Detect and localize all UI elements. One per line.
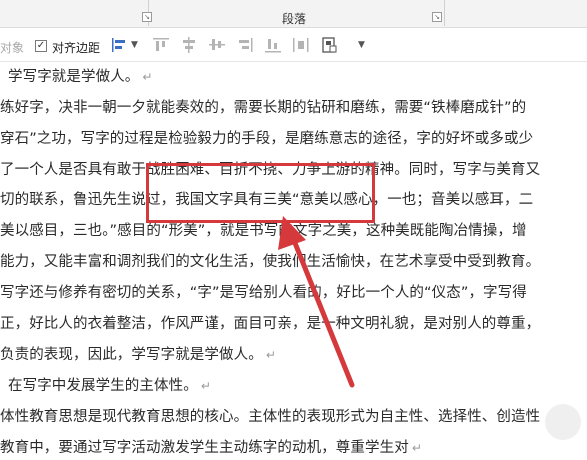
doc-line: 能力，又能丰富和调剂我们的文化生活，使我们生活愉快，在艺术享受中受到教育。 [0,254,541,270]
doc-line: 负责的表现，因此，学写字就是学做人。 ↵ [0,347,276,363]
ribbon-group-strip: ↘ 段落 ↘ [0,0,587,28]
more-dropdown-icon[interactable]: ▼ [358,40,365,50]
doc-line: 教育中，要通过写字活动激发学生主动练字的动机，尊重学生对 ↵ [0,440,422,456]
annotation-highlight-box [146,163,375,223]
distribute-icon[interactable] [292,37,310,53]
document-page[interactable]: 学写字就是学做人。 ↵ 练好字，决非一朝一夕就能奏效的，需要长期的钻研和磨练，需要… [0,63,587,460]
doc-line: 穿石”之功，写字的过程是检验毅力的手段，是磨练意志的途径，字的好坏或多或少 [0,131,534,147]
font-dialog-launcher-icon[interactable]: ↘ [142,12,152,22]
paragraph-mark-icon: ↵ [200,379,211,393]
align-margin-label[interactable]: 对齐边距 [52,39,100,56]
doc-line: 正，好比人的衣着整洁，作风严谨，面目可亲，是一种文明礼貌，是对别人的尊重， [0,316,541,332]
watermark-logo [545,404,581,440]
align-top-icon[interactable] [152,37,170,53]
doc-line: 写字还与修养有密切的关系，“字”是写给别人看的，好比一个人的“仪态”，字写得 [0,285,527,301]
paragraph-mark-icon: ↵ [265,348,276,362]
align-margin-checkbox[interactable]: ✓ [35,40,47,52]
doc-line: 体性教育思想是现代教育思想的核心。主体性的表现形式为自主性、选择性、创造性 [0,409,541,425]
align-center-horizontal-icon[interactable] [208,37,226,53]
object-label: 对象 [0,41,25,55]
page-position-icon[interactable] [320,37,338,53]
paragraph-dialog-launcher-icon[interactable]: ↘ [432,12,442,22]
paragraph-mark-icon: ↵ [411,441,422,455]
align-left-icon[interactable] [110,37,128,53]
paragraph-group-label: 段落 [282,12,307,26]
align-middle-vertical-icon[interactable] [180,37,198,53]
paragraph-mark-icon: ↵ [142,70,153,84]
align-bottom-icon[interactable] [264,37,282,53]
doc-line: 在写字中发展学生的主体性。 ↵ [8,378,211,394]
doc-line: 练好字，决非一朝一夕就能奏效的，需要长期的钻研和磨练，需要“铁棒磨成针”的 [0,100,527,116]
ribbon-separator [444,0,445,26]
doc-line: 学写字就是学做人。 ↵ [8,69,153,85]
align-toolbar: 对象 ✓ 对齐边距 ▼ ▼ [0,28,587,62]
chevron-down-icon[interactable]: ▼ [131,40,138,50]
align-right-icon[interactable] [236,37,254,53]
